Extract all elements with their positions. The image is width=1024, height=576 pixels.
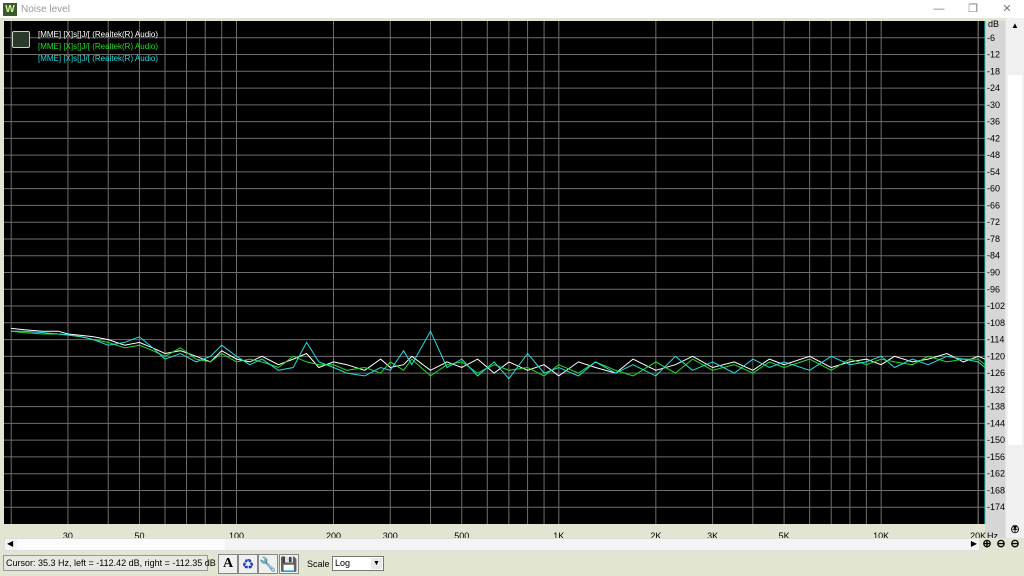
y-tick-label: -84 <box>987 251 1000 261</box>
scroll-up-icon[interactable]: ▲ <box>1006 18 1024 34</box>
x-tick-label: 10K <box>873 531 889 538</box>
y-tick-label: -90 <box>987 268 1000 278</box>
legend-entry: [MME] [X]s[]J/[ (Realtek(R) Audio) <box>38 30 159 39</box>
y-tick-label: -144 <box>987 418 1005 428</box>
scroll-thumb[interactable] <box>17 539 225 550</box>
legend-entry: [MME] [X]s[]J/[ (Realtek(R) Audio) <box>38 42 159 51</box>
scale-label: Scale <box>307 559 330 569</box>
vertical-scrollbar[interactable]: ▲ ▼ <box>1006 18 1024 538</box>
scroll-right-icon[interactable]: ▶ <box>971 539 977 548</box>
refresh-icon[interactable]: ♻ <box>238 554 258 574</box>
x-tick-label: 300 <box>383 531 398 538</box>
scale-value: Log <box>335 558 351 568</box>
y-tick-label: -120 <box>987 351 1005 361</box>
x-tick-label: 50 <box>134 531 144 538</box>
title-bar: W Noise level — ❐ ✕ <box>0 0 1024 18</box>
y-tick-label: -132 <box>987 385 1005 395</box>
scale-select[interactable]: Log ▼ <box>332 556 384 571</box>
legend-entry: [MME] [X]s[]J/[ (Realtek(R) Audio) <box>38 54 159 63</box>
x-tick-label: 2K <box>650 531 661 538</box>
y-tick-label: -96 <box>987 284 1000 294</box>
y-tick-label: -126 <box>987 368 1005 378</box>
app-icon: W <box>3 2 17 16</box>
wrench-icon[interactable]: 🔧 <box>258 554 278 574</box>
y-tick-label: -60 <box>987 184 1000 194</box>
zoom-in-icon[interactable]: ⊕ <box>980 537 994 551</box>
y-tick-label: -24 <box>987 83 1000 93</box>
zoom-out-icon[interactable]: ⊖ <box>994 537 1008 551</box>
x-tick-label: 500 <box>454 531 469 538</box>
y-tick-label: -30 <box>987 100 1000 110</box>
x-tick-label: 200 <box>326 531 341 538</box>
restore-button[interactable]: ❐ <box>956 0 990 18</box>
y-tick-label: -42 <box>987 133 1000 143</box>
y-tick-label: -102 <box>987 301 1005 311</box>
y-tick-label: -12 <box>987 50 1000 60</box>
x-tick-label: 1K <box>553 531 564 538</box>
scroll-thumb[interactable] <box>1008 75 1022 445</box>
y-tick-label: -138 <box>987 402 1005 412</box>
window-title: Noise level <box>21 3 70 15</box>
zoom-in-vertical-icon[interactable]: ⊕ <box>1006 522 1024 538</box>
y-tick-label: -168 <box>987 485 1005 495</box>
zoom-reset-icon[interactable]: ⊖ <box>1008 537 1022 551</box>
x-tick-label: 3K <box>707 531 718 538</box>
x-tick-label: 30 <box>63 531 73 538</box>
horizontal-scrollbar[interactable]: ◀ ▶ <box>4 538 980 551</box>
y-tick-label: -18 <box>987 66 1000 76</box>
y-tick-label: -48 <box>987 150 1000 160</box>
y-tick-label: -150 <box>987 435 1005 445</box>
x-tick-label: 100 <box>229 531 244 538</box>
y-axis-label: dB <box>988 19 999 29</box>
y-tick-label: -156 <box>987 452 1005 462</box>
legend: [MME] [X]s[]J/[ (Realtek(R) Audio) [MME]… <box>12 29 158 65</box>
y-tick-label: -6 <box>987 33 995 43</box>
x-tick-label: 5K <box>779 531 790 538</box>
y-tick-label: -54 <box>987 167 1000 177</box>
y-tick-label: -72 <box>987 217 1000 227</box>
y-tick-label: -66 <box>987 200 1000 210</box>
y-tick-label: -78 <box>987 234 1000 244</box>
y-tick-label: -162 <box>987 469 1005 479</box>
noise-spectrum-chart[interactable]: -6 -12 -18 -24 -30 -36 -42 -48 -54 -60 -66 -72 -78 -8… <box>0 18 1006 538</box>
scroll-left-icon[interactable]: ◀ <box>7 539 13 548</box>
y-tick-label: -36 <box>987 117 1000 127</box>
chevron-down-icon[interactable]: ▼ <box>371 558 382 569</box>
analyzer-icon[interactable] <box>12 31 30 48</box>
y-tick-label: -108 <box>987 318 1005 328</box>
font-icon[interactable]: A <box>218 554 238 574</box>
minimize-button[interactable]: — <box>922 0 956 18</box>
cursor-readout: Cursor: 35.3 Hz, left = -112.42 dB, righ… <box>3 555 216 571</box>
y-tick-label: -114 <box>987 335 1004 345</box>
y-tick-label: -174 <box>987 502 1005 512</box>
save-icon[interactable]: 💾 <box>279 554 299 574</box>
close-button[interactable]: ✕ <box>990 0 1024 18</box>
